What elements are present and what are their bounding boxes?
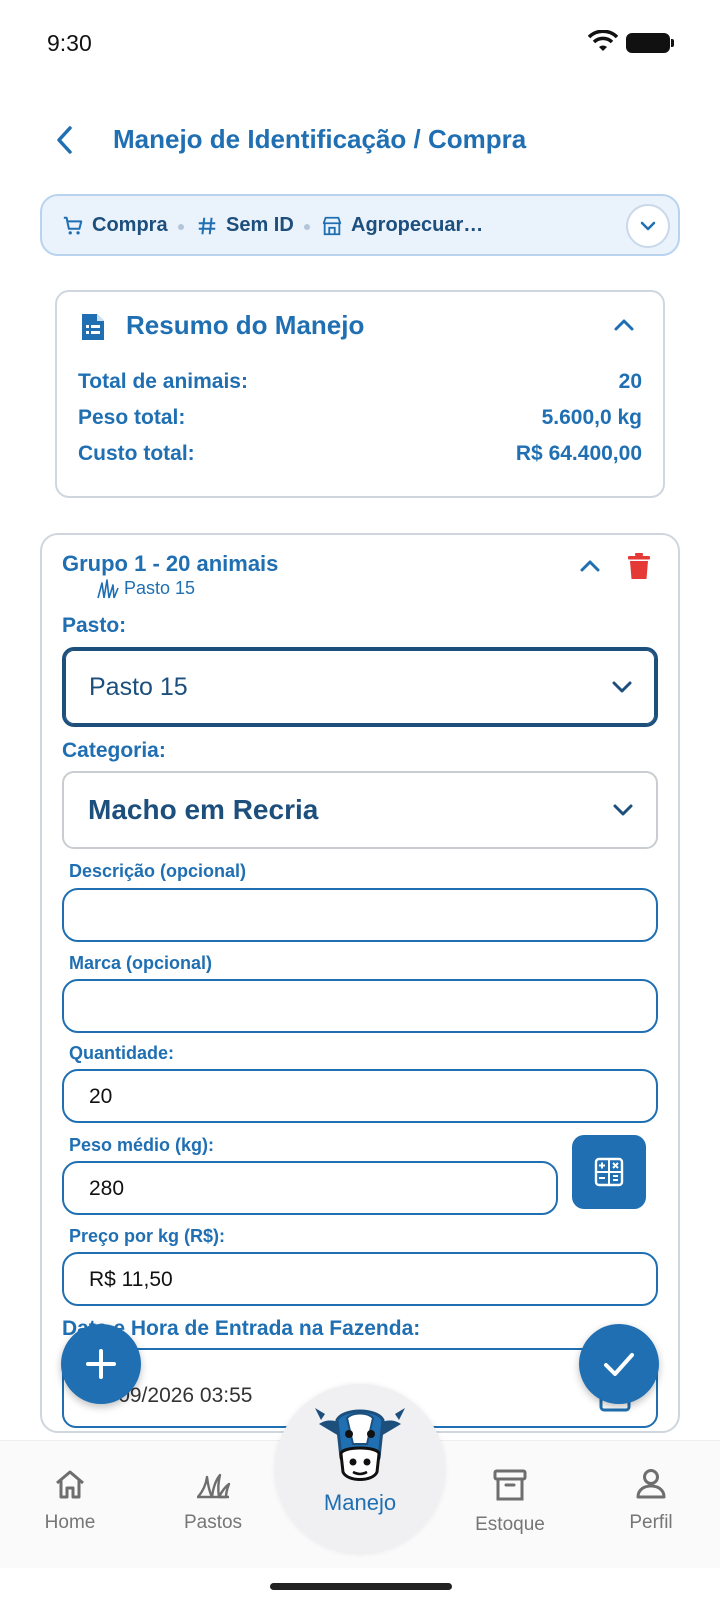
marca-input[interactable] [62, 979, 658, 1033]
descricao-input[interactable] [62, 888, 658, 942]
quantidade-label: Quantidade: [69, 1043, 175, 1063]
summary-row-peso-total: Peso total: 5.600,0 kg [78, 406, 642, 430]
nav-label: Estoque [475, 1514, 545, 1535]
collapse-summary-button[interactable] [611, 312, 637, 343]
check-icon [604, 1353, 634, 1376]
person-icon [636, 1469, 666, 1499]
back-button[interactable] [50, 124, 82, 156]
nav-pastos[interactable]: Pastos [153, 1467, 273, 1534]
plus-icon [86, 1349, 116, 1379]
home-indicator [270, 1583, 452, 1590]
chip-label: Agropecuar… [351, 214, 484, 236]
status-time: 9:30 [47, 30, 92, 56]
chip-label: Sem ID [226, 214, 294, 236]
pasto-select[interactable]: Pasto 15 [62, 647, 658, 727]
cart-icon [63, 216, 83, 235]
confirm-button[interactable] [579, 1324, 659, 1404]
nav-perfil[interactable]: Perfil [591, 1467, 711, 1534]
summary-label: Custo total: [78, 442, 195, 465]
chip-separator [304, 224, 310, 230]
wifi-icon [587, 29, 619, 59]
battery-icon [626, 33, 674, 53]
categoria-value: Macho em Recria [88, 794, 319, 825]
categoria-label: Categoria: [62, 739, 166, 762]
context-chips: Compra Sem ID Agropecuar… [40, 194, 680, 256]
add-group-button[interactable] [61, 1324, 141, 1404]
archive-icon [493, 1469, 527, 1501]
marca-label: Marca (opcional) [69, 953, 213, 973]
grass-icon [197, 1473, 231, 1499]
chip-sem-id: Sem ID [196, 214, 294, 237]
nav-label: Home [44, 1512, 96, 1533]
preco-value: R$ 11,50 [89, 1268, 173, 1291]
cow-icon [315, 1408, 405, 1481]
calculator-icon [594, 1157, 624, 1187]
preco-label: Preço por kg (R$): [69, 1226, 226, 1246]
descricao-label: Descrição (opcional) [69, 861, 247, 881]
quantidade-input[interactable]: 20 [62, 1069, 658, 1123]
chevron-down-icon [613, 804, 633, 816]
summary-value: 5.600,0 kg [541, 406, 642, 429]
group-card: Grupo 1 - 20 animais Pasto 15 Pasto: Pas… [40, 533, 680, 1433]
summary-title: Resumo do Manejo [126, 310, 365, 340]
store-icon [322, 216, 342, 235]
peso-label: Peso médio (kg): [69, 1135, 215, 1155]
app-header: Manejo de Identificação / Compra [0, 110, 720, 170]
summary-row-total-animais: Total de animais: 20 [78, 370, 642, 394]
chevron-down-icon [612, 681, 632, 693]
summary-value: 20 [618, 370, 642, 393]
quantidade-value: 20 [89, 1085, 113, 1108]
hash-icon [198, 217, 216, 234]
chip-separator [178, 224, 184, 230]
collapse-group-button[interactable] [577, 553, 603, 584]
nav-home[interactable]: Home [10, 1467, 130, 1534]
peso-value: 280 [89, 1177, 125, 1200]
chevron-up-icon [580, 560, 600, 572]
trash-icon [628, 553, 650, 579]
group-title: Grupo 1 - 20 animais [62, 551, 279, 576]
calculator-button[interactable] [572, 1135, 646, 1209]
categoria-select[interactable]: Macho em Recria [62, 771, 658, 849]
summary-value: R$ 64.400,00 [515, 442, 642, 465]
nav-manejo[interactable]: Manejo [275, 1384, 445, 1554]
document-icon [79, 312, 107, 347]
home-icon [56, 1470, 84, 1499]
chip-label: Compra [92, 214, 168, 236]
preco-input[interactable]: R$ 11,50 [62, 1252, 658, 1306]
summary-label: Peso total: [78, 406, 186, 429]
page-title: Manejo de Identificação / Compra [113, 124, 527, 154]
chevron-up-icon [614, 319, 634, 331]
pasto-value: Pasto 15 [89, 672, 188, 701]
group-subtitle: Pasto 15 [96, 577, 195, 599]
nav-label: Pastos [183, 1512, 243, 1533]
nav-label: Manejo [323, 1490, 397, 1515]
chevron-left-icon [57, 126, 72, 154]
chevron-down-icon [640, 221, 656, 231]
expand-chips-button[interactable] [626, 204, 670, 248]
summary-row-custo-total: Custo total: R$ 64.400,00 [78, 442, 642, 466]
group-subtitle-text: Pasto 15 [124, 577, 196, 598]
chip-compra: Compra [62, 214, 168, 237]
summary-label: Total de animais: [78, 370, 248, 393]
nav-label: Perfil [629, 1512, 673, 1533]
pasto-label: Pasto: [62, 614, 127, 637]
delete-group-button[interactable] [627, 552, 651, 585]
peso-input[interactable]: 280 [62, 1161, 558, 1215]
status-bar: 9:30 [0, 0, 720, 86]
chip-agropecuaria: Agropecuar… [321, 214, 483, 237]
grass-icon [97, 579, 119, 599]
nav-estoque[interactable]: Estoque [450, 1467, 570, 1536]
summary-card: Resumo do Manejo Total de animais: 20 Pe… [55, 290, 665, 498]
